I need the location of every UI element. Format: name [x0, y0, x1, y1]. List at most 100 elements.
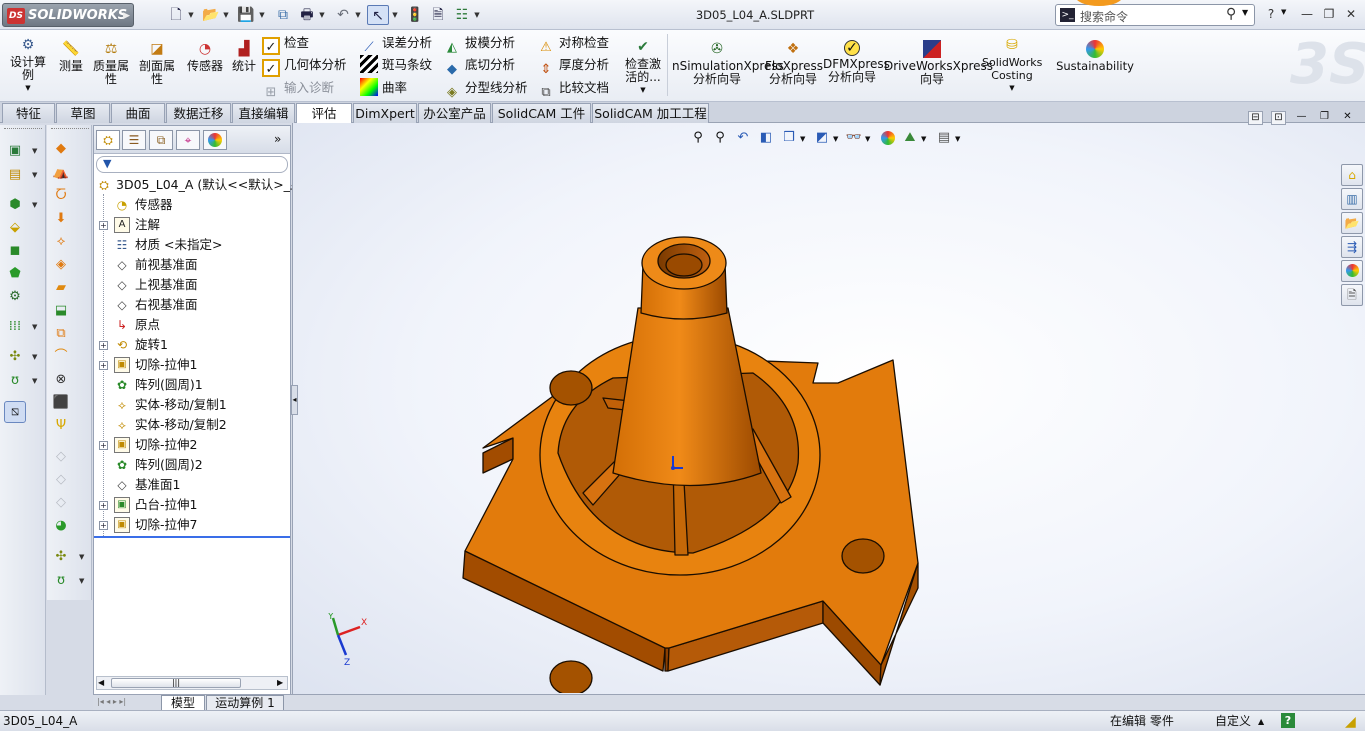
costing-button[interactable]: ⛁ SolidWorks Costing ▼	[982, 36, 1042, 95]
doc-minimize-icon[interactable]: —	[1294, 111, 1309, 125]
check-button[interactable]: ✓ 检查	[262, 33, 309, 55]
tree-item[interactable]: + ▣ 凸台-拉伸1	[94, 495, 290, 515]
tree-item[interactable]: + ▣ 切除-拉伸2	[94, 435, 290, 455]
helix-icon[interactable]: ʊ	[51, 571, 71, 591]
design-study-button[interactable]: ⚙ 设计算例 ▼	[6, 36, 50, 95]
tree-root-part[interactable]: ⛭ 3D05_L04_A (默认<<默认>_显	[94, 175, 302, 195]
dome-icon[interactable]: ▰	[51, 278, 71, 298]
curves-dropdown-icon[interactable]: ▼	[32, 377, 37, 385]
compare-documents-button[interactable]: ⧉ 比较文档	[537, 78, 609, 100]
costing-dropdown-icon[interactable]: ▼	[982, 82, 1042, 95]
edit-appearance-icon[interactable]	[879, 129, 897, 147]
tree-item[interactable]: + A 注解	[94, 215, 290, 235]
new-dropdown-icon[interactable]: ▼	[187, 5, 195, 25]
revolved-boss-icon[interactable]: ⬙	[5, 218, 25, 238]
boundary-boss-icon[interactable]: ⚙	[5, 287, 25, 307]
view-orientation-icon[interactable]: ❒	[780, 129, 798, 147]
scroll-right-icon[interactable]: ▶	[277, 678, 283, 687]
tree-item[interactable]: ↳ 原点	[94, 315, 290, 335]
tab-motion-study[interactable]: 运动算例 1	[206, 695, 284, 711]
tab-direct-editing[interactable]: 直接编辑	[232, 103, 295, 123]
scroll-left-icon[interactable]: ◀	[98, 678, 104, 687]
display-manager-tab-icon[interactable]	[203, 130, 227, 150]
curves-icon[interactable]: ʊ	[5, 371, 25, 391]
parting-line-analysis-button[interactable]: ◈ 分型线分析	[443, 78, 528, 100]
rib-icon[interactable]: ⟡	[51, 232, 71, 252]
file-properties-icon[interactable]: 🗎	[427, 5, 449, 25]
close-icon[interactable]: ✕	[1342, 6, 1360, 22]
doc-close-icon[interactable]: ✕	[1340, 111, 1355, 125]
driveworksxpress-button[interactable]: DriveWorksXpress 向导	[884, 40, 993, 86]
display-style-icon[interactable]: ◩	[813, 129, 831, 147]
tab-surfaces[interactable]: 曲面	[111, 103, 165, 123]
mass-properties-button[interactable]: ⚖ 质量属性	[90, 40, 132, 86]
tree-item[interactable]: ◔ 传感器	[94, 195, 290, 215]
scene-dropdown-icon[interactable]: ▼	[921, 135, 926, 143]
tree-item[interactable]: ◇ 基准面1	[94, 475, 290, 495]
display-style-dropdown-icon[interactable]: ▼	[833, 135, 838, 143]
draft-analysis-button[interactable]: ◭ 拔模分析	[443, 33, 515, 55]
pattern-dropdown-icon[interactable]: ▼	[32, 323, 37, 331]
sketch-icon[interactable]: ▣	[5, 141, 25, 161]
tree-item[interactable]: ⟡ 实体-移动/复制2	[94, 415, 290, 435]
tree-item[interactable]: ☷ 材质 <未指定>	[94, 235, 290, 255]
design-study-dropdown-icon[interactable]: ▼	[6, 82, 50, 95]
shell-icon[interactable]: Ⴀ	[51, 186, 71, 206]
instant3d-icon[interactable]: ⧅	[4, 401, 26, 423]
select-pointer-icon[interactable]: ↖	[367, 5, 389, 25]
deform-icon[interactable]: ⌒	[51, 347, 71, 367]
zoom-to-area-icon[interactable]: ⚲	[711, 129, 729, 147]
section-view-icon[interactable]: ◧	[757, 129, 775, 147]
hole-wizard-icon[interactable]: Ψ	[51, 416, 71, 436]
tree-item[interactable]: ◇ 右视基准面	[94, 295, 290, 315]
tab-data-migration[interactable]: 数据迁移	[166, 103, 231, 123]
task-pane-home-icon[interactable]: ⌂	[1341, 164, 1363, 186]
check-active-document-button[interactable]: ✔ 检查激活的... ▼	[620, 38, 666, 97]
resize-grip-icon[interactable]: ◢	[1345, 712, 1356, 731]
freeform-icon[interactable]: ◕	[51, 516, 71, 536]
simulationxpress-button[interactable]: ✇ nSimulationXpress 分析向导	[672, 40, 784, 86]
expand-toggle-icon[interactable]: +	[99, 521, 108, 530]
fillet-icon[interactable]: ◆	[51, 139, 71, 159]
tree-item[interactable]: ✿ 阵列(圆周)1	[94, 375, 290, 395]
smart-dimension-icon[interactable]: ▤	[5, 165, 25, 185]
feature-tree-tab-icon[interactable]: ⛭	[96, 130, 120, 150]
view-orientation-dropdown-icon[interactable]: ▼	[800, 135, 805, 143]
extruded-boss-icon[interactable]: ⬢	[5, 195, 25, 215]
reference-plane-icon[interactable]: ✣	[51, 547, 71, 567]
sensor-button[interactable]: ◔ 传感器	[184, 40, 226, 73]
task-pane-explorer-icon[interactable]: 📂	[1341, 212, 1363, 234]
search-icon[interactable]: ⚲	[1226, 6, 1236, 22]
reference-dropdown-icon[interactable]: ▼	[32, 353, 37, 361]
search-placeholder[interactable]: 搜索命令	[1080, 8, 1128, 25]
part-model-3d[interactable]	[443, 223, 943, 693]
undercut-analysis-button[interactable]: ◆ 底切分析	[443, 55, 515, 77]
print-dropdown-icon[interactable]: ▼	[318, 5, 326, 25]
expand-toggle-icon[interactable]: +	[99, 341, 108, 350]
status-help-icon[interactable]: ?	[1281, 713, 1295, 728]
select-dropdown-icon[interactable]: ▼	[391, 5, 399, 25]
swept-boss-icon[interactable]: ◼	[5, 241, 25, 261]
tab-features[interactable]: 特征	[2, 103, 55, 123]
previous-view-icon[interactable]: ↶	[734, 129, 752, 147]
curvature-button[interactable]: 曲率	[360, 78, 407, 98]
print-icon[interactable]: 🖶	[296, 5, 318, 25]
tree-item[interactable]: ⟡ 实体-移动/复制1	[94, 395, 290, 415]
doc-restore-icon[interactable]: ❐	[1317, 111, 1332, 125]
helix-dropdown-icon[interactable]: ▼	[79, 577, 84, 585]
task-pane-custom-properties-icon[interactable]: 🗎	[1341, 284, 1363, 306]
view-settings-icon[interactable]: ▤	[935, 129, 953, 147]
options-dropdown-icon[interactable]: ▼	[473, 5, 481, 25]
tree-item[interactable]: ◇ 上视基准面	[94, 275, 290, 295]
deviation-analysis-button[interactable]: ⟋ 误差分析	[360, 33, 432, 55]
graphics-viewport[interactable]: ⚲ ⚲ ↶ ◧ ❒ ▼ ◩ ▼ 👓 ▼ ⛰ ▼ ▤ ▼ ⊟ ⊡ — ❐ ✕ ⌂ ▥ 📂 ⇶…	[292, 111, 1365, 695]
open-dropdown-icon[interactable]: ▼	[222, 5, 230, 25]
geometry-analysis-button[interactable]: ✓ 几何体分析	[262, 55, 347, 77]
apply-scene-icon[interactable]: ⛰	[901, 129, 919, 147]
rebuild-options-icon[interactable]: ⧉	[272, 5, 294, 25]
task-pane-appearances-icon[interactable]	[1341, 260, 1363, 282]
import-diagnostics-button[interactable]: ⊞ 输入诊断	[262, 78, 334, 100]
hide-show-dropdown-icon[interactable]: ▼	[865, 135, 870, 143]
measure-button[interactable]: 📏 测量	[56, 40, 86, 73]
dimension-dropdown-icon[interactable]: ▼	[32, 171, 37, 179]
